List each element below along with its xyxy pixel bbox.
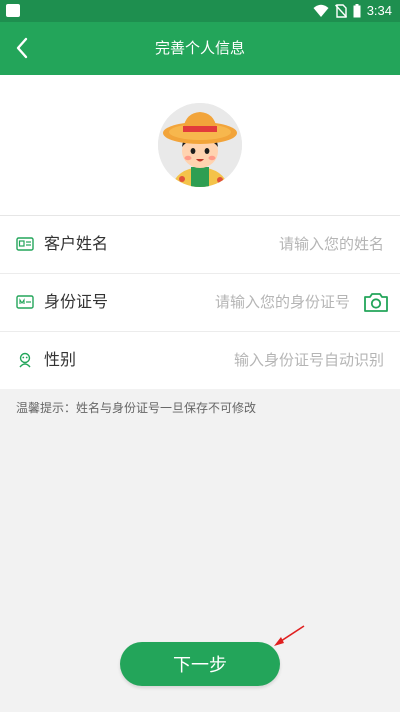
- notice-text: 温馨提示：姓名与身份证号一旦保存不可修改: [16, 401, 257, 415]
- name-input[interactable]: [164, 216, 384, 273]
- avatar[interactable]: [158, 103, 242, 187]
- profile-section: [0, 75, 400, 215]
- status-bar: 3:34: [0, 0, 400, 22]
- gender-label: 性别: [44, 352, 77, 369]
- battery-icon: [353, 4, 361, 18]
- gender-row: 性别: [0, 331, 400, 389]
- back-button[interactable]: [10, 34, 38, 62]
- header-bar: 完善个人信息: [0, 22, 400, 75]
- id-number-row: 身份证号: [0, 273, 400, 331]
- camera-button[interactable]: [363, 291, 389, 313]
- chevron-left-icon: [16, 37, 28, 59]
- id-number-input[interactable]: [130, 274, 350, 331]
- next-step-button[interactable]: 下一步: [120, 642, 280, 686]
- annotation-arrow-icon: [274, 625, 305, 646]
- person-icon: [19, 352, 31, 368]
- id-card-icon: [16, 237, 34, 251]
- camera-icon: [364, 293, 388, 312]
- status-time: 3:34: [366, 3, 392, 18]
- info-form: 客户姓名 身份证号 性别: [0, 215, 400, 389]
- no-sim-icon: [334, 4, 347, 18]
- app-icon: [6, 4, 20, 17]
- status-icons: 3:34: [313, 3, 392, 19]
- page-title: 完善个人信息: [154, 40, 245, 57]
- name-row: 客户姓名: [0, 215, 400, 273]
- id-number-icon: [16, 295, 34, 309]
- name-label: 客户姓名: [44, 236, 109, 253]
- wifi-icon: [313, 4, 329, 17]
- farmer-avatar-icon: [158, 103, 242, 187]
- gender-input[interactable]: [164, 332, 384, 389]
- id-number-label: 身份证号: [44, 294, 109, 311]
